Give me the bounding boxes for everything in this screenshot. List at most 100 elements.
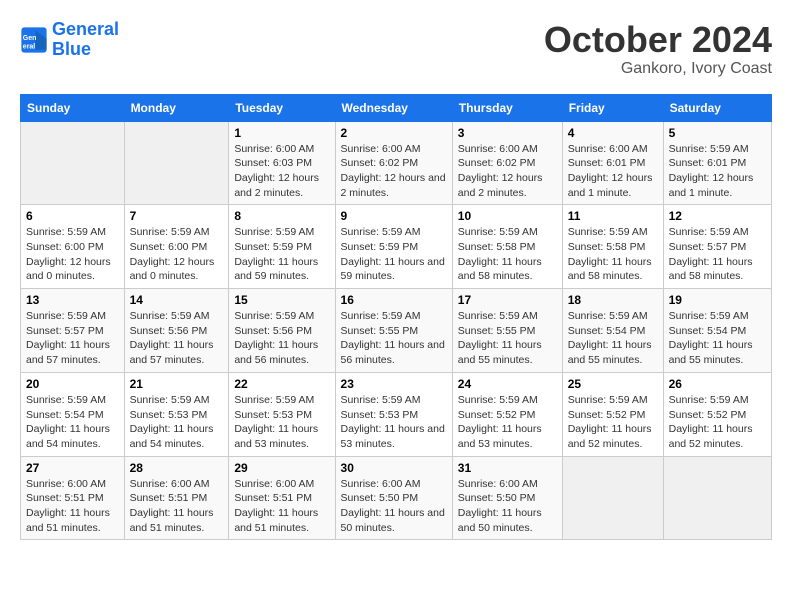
day-info: Sunrise: 5:59 AMSunset: 5:52 PMDaylight:…: [669, 393, 766, 452]
day-info: Sunrise: 6:00 AMSunset: 5:50 PMDaylight:…: [458, 477, 557, 536]
day-info: Sunrise: 5:59 AMSunset: 5:56 PMDaylight:…: [234, 309, 329, 368]
day-number: 6: [26, 209, 119, 223]
calendar-week-row: 1Sunrise: 6:00 AMSunset: 6:03 PMDaylight…: [21, 121, 772, 205]
month-title: October 2024: [544, 20, 772, 60]
calendar-cell: 17 Sunrise: 5:59 AMSunset: 5:55 PMDayligh…: [452, 289, 562, 373]
calendar-cell: 4 Sunrise: 6:00 AMSunset: 6:01 PMDaylight…: [562, 121, 663, 205]
day-info: Sunrise: 6:00 AMSunset: 5:51 PMDaylight:…: [130, 477, 224, 536]
day-number: 7: [130, 209, 224, 223]
weekday-header: Saturday: [663, 94, 771, 121]
day-number: 17: [458, 293, 557, 307]
calendar-cell: 11 Sunrise: 5:59 AMSunset: 5:58 PMDayligh…: [562, 205, 663, 289]
calendar-cell: 27 Sunrise: 6:00 AMSunset: 5:51 PMDayligh…: [21, 456, 125, 540]
calendar-week-row: 20Sunrise: 5:59 AMSunset: 5:54 PMDayligh…: [21, 372, 772, 456]
calendar-cell: 7 Sunrise: 5:59 AMSunset: 6:00 PMDaylight…: [124, 205, 229, 289]
calendar-cell: 20Sunrise: 5:59 AMSunset: 5:54 PMDayligh…: [21, 372, 125, 456]
day-info: Sunrise: 5:59 AMSunset: 5:58 PMDaylight:…: [568, 225, 658, 284]
day-info: Sunrise: 5:59 AMSunset: 6:01 PMDaylight:…: [669, 142, 766, 201]
day-number: 19: [669, 293, 766, 307]
day-number: 18: [568, 293, 658, 307]
day-number: 12: [669, 209, 766, 223]
day-info: Sunrise: 5:59 AMSunset: 5:56 PMDaylight:…: [130, 309, 224, 368]
day-info: Sunrise: 5:59 AMSunset: 5:57 PMDaylight:…: [669, 225, 766, 284]
day-info: Sunrise: 5:59 AMSunset: 5:55 PMDaylight:…: [458, 309, 557, 368]
day-number: 15: [234, 293, 329, 307]
day-info: Sunrise: 5:59 AMSunset: 6:00 PMDaylight:…: [130, 225, 224, 284]
calendar-cell: 28 Sunrise: 6:00 AMSunset: 5:51 PMDayligh…: [124, 456, 229, 540]
day-info: Sunrise: 5:59 AMSunset: 5:53 PMDaylight:…: [130, 393, 224, 452]
day-number: 24: [458, 377, 557, 391]
day-number: 25: [568, 377, 658, 391]
calendar-cell: [663, 456, 771, 540]
calendar-cell: 24 Sunrise: 5:59 AMSunset: 5:52 PMDayligh…: [452, 372, 562, 456]
calendar-cell: 26 Sunrise: 5:59 AMSunset: 5:52 PMDayligh…: [663, 372, 771, 456]
day-info: Sunrise: 6:00 AMSunset: 5:51 PMDaylight:…: [234, 477, 329, 536]
calendar-week-row: 13Sunrise: 5:59 AMSunset: 5:57 PMDayligh…: [21, 289, 772, 373]
calendar-cell: 31Sunrise: 6:00 AMSunset: 5:50 PMDayligh…: [452, 456, 562, 540]
day-info: Sunrise: 5:59 AMSunset: 5:52 PMDaylight:…: [568, 393, 658, 452]
calendar-cell: 25 Sunrise: 5:59 AMSunset: 5:52 PMDayligh…: [562, 372, 663, 456]
calendar-cell: 23Sunrise: 5:59 AMSunset: 5:53 PMDayligh…: [335, 372, 452, 456]
day-number: 16: [341, 293, 447, 307]
calendar-cell: 6 Sunrise: 5:59 AMSunset: 6:00 PMDaylight…: [21, 205, 125, 289]
day-info: Sunrise: 5:59 AMSunset: 5:52 PMDaylight:…: [458, 393, 557, 452]
calendar-cell: 12 Sunrise: 5:59 AMSunset: 5:57 PMDayligh…: [663, 205, 771, 289]
day-info: Sunrise: 5:59 AMSunset: 5:57 PMDaylight:…: [26, 309, 119, 368]
day-info: Sunrise: 6:00 AMSunset: 5:50 PMDaylight:…: [341, 477, 447, 536]
calendar-cell: 16Sunrise: 5:59 AMSunset: 5:55 PMDayligh…: [335, 289, 452, 373]
weekday-header: Wednesday: [335, 94, 452, 121]
weekday-header: Friday: [562, 94, 663, 121]
calendar-cell: 22 Sunrise: 5:59 AMSunset: 5:53 PMDayligh…: [229, 372, 335, 456]
svg-text:Gen: Gen: [23, 35, 37, 42]
logo-icon: Gen eral: [20, 26, 48, 54]
calendar-week-row: 6 Sunrise: 5:59 AMSunset: 6:00 PMDaylight…: [21, 205, 772, 289]
day-info: Sunrise: 5:59 AMSunset: 5:54 PMDaylight:…: [568, 309, 658, 368]
day-number: 23: [341, 377, 447, 391]
calendar-cell: 19Sunrise: 5:59 AMSunset: 5:54 PMDayligh…: [663, 289, 771, 373]
calendar-cell: 1Sunrise: 6:00 AMSunset: 6:03 PMDaylight…: [229, 121, 335, 205]
day-info: Sunrise: 5:59 AMSunset: 5:53 PMDaylight:…: [234, 393, 329, 452]
calendar-cell: [562, 456, 663, 540]
svg-text:eral: eral: [23, 43, 36, 50]
day-number: 4: [568, 126, 658, 140]
calendar-header: SundayMondayTuesdayWednesdayThursdayFrid…: [21, 94, 772, 121]
logo: Gen eral GeneralBlue: [20, 20, 119, 60]
weekday-header: Thursday: [452, 94, 562, 121]
weekday-header: Sunday: [21, 94, 125, 121]
calendar-cell: 30 Sunrise: 6:00 AMSunset: 5:50 PMDayligh…: [335, 456, 452, 540]
day-number: 3: [458, 126, 557, 140]
calendar-cell: 14Sunrise: 5:59 AMSunset: 5:56 PMDayligh…: [124, 289, 229, 373]
calendar-cell: 29 Sunrise: 6:00 AMSunset: 5:51 PMDayligh…: [229, 456, 335, 540]
day-number: 28: [130, 461, 224, 475]
day-info: Sunrise: 5:59 AMSunset: 5:59 PMDaylight:…: [341, 225, 447, 284]
calendar-cell: 9 Sunrise: 5:59 AMSunset: 5:59 PMDaylight…: [335, 205, 452, 289]
calendar-cell: 18 Sunrise: 5:59 AMSunset: 5:54 PMDayligh…: [562, 289, 663, 373]
day-info: Sunrise: 6:00 AMSunset: 6:01 PMDaylight:…: [568, 142, 658, 201]
day-number: 11: [568, 209, 658, 223]
day-number: 29: [234, 461, 329, 475]
calendar-cell: 21Sunrise: 5:59 AMSunset: 5:53 PMDayligh…: [124, 372, 229, 456]
calendar-cell: 8Sunrise: 5:59 AMSunset: 5:59 PMDaylight…: [229, 205, 335, 289]
calendar-cell: 2Sunrise: 6:00 AMSunset: 6:02 PMDaylight…: [335, 121, 452, 205]
calendar-cell: 13Sunrise: 5:59 AMSunset: 5:57 PMDayligh…: [21, 289, 125, 373]
weekday-header: Monday: [124, 94, 229, 121]
day-info: Sunrise: 5:59 AMSunset: 6:00 PMDaylight:…: [26, 225, 119, 284]
day-number: 10: [458, 209, 557, 223]
day-number: 27: [26, 461, 119, 475]
day-number: 22: [234, 377, 329, 391]
calendar-table: SundayMondayTuesdayWednesdayThursdayFrid…: [20, 94, 772, 541]
day-info: Sunrise: 6:00 AMSunset: 6:03 PMDaylight:…: [234, 142, 329, 201]
day-number: 30: [341, 461, 447, 475]
logo-text: GeneralBlue: [52, 20, 119, 60]
day-info: Sunrise: 5:59 AMSunset: 5:58 PMDaylight:…: [458, 225, 557, 284]
day-number: 5: [669, 126, 766, 140]
day-info: Sunrise: 6:00 AMSunset: 5:51 PMDaylight:…: [26, 477, 119, 536]
calendar-body: 1Sunrise: 6:00 AMSunset: 6:03 PMDaylight…: [21, 121, 772, 540]
header-row: SundayMondayTuesdayWednesdayThursdayFrid…: [21, 94, 772, 121]
calendar-cell: 3Sunrise: 6:00 AMSunset: 6:02 PMDaylight…: [452, 121, 562, 205]
day-info: Sunrise: 6:00 AMSunset: 6:02 PMDaylight:…: [341, 142, 447, 201]
day-number: 9: [341, 209, 447, 223]
day-number: 26: [669, 377, 766, 391]
calendar-cell: [21, 121, 125, 205]
title-block: October 2024 Gankoro, Ivory Coast: [544, 20, 772, 78]
